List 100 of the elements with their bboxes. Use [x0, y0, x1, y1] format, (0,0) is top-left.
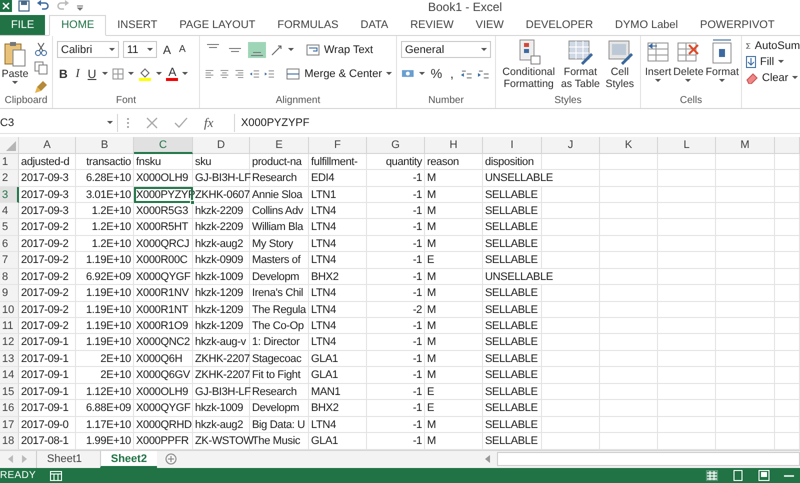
clear-button[interactable]: Clear	[762, 72, 788, 84]
scissors-icon[interactable]	[34, 42, 48, 56]
empty-cell[interactable]	[775, 285, 800, 302]
table-cell[interactable]: M	[425, 367, 483, 384]
empty-cell[interactable]	[716, 302, 775, 318]
table-cell[interactable]: -1	[367, 384, 425, 400]
empty-cell[interactable]	[600, 170, 658, 187]
column-header[interactable]: H	[425, 136, 483, 154]
empty-cell[interactable]	[658, 154, 716, 170]
table-cell[interactable]: 2017-09-3	[19, 186, 76, 203]
empty-cell[interactable]	[542, 384, 600, 400]
ribbon-tab[interactable]: DEVELOPER	[514, 14, 604, 35]
ribbon-tab[interactable]: FILE	[0, 14, 46, 35]
empty-cell[interactable]	[658, 236, 716, 252]
empty-cell[interactable]	[716, 384, 775, 400]
empty-cell[interactable]	[658, 302, 716, 318]
column-header[interactable]: I	[483, 136, 542, 154]
empty-cell[interactable]	[775, 154, 800, 170]
empty-cell[interactable]	[600, 268, 658, 286]
table-cell[interactable]: hkzk-2209	[193, 219, 250, 236]
table-cell[interactable]: reason	[425, 154, 483, 170]
table-cell[interactable]: -1	[367, 334, 425, 351]
row-header[interactable]: 17	[0, 416, 19, 434]
empty-cell[interactable]	[658, 384, 716, 400]
empty-cell[interactable]	[542, 302, 600, 318]
table-cell[interactable]: The Regula	[250, 302, 309, 318]
empty-cell[interactable]	[658, 400, 716, 417]
merge-center-button[interactable]: Merge & Center	[286, 68, 392, 80]
wrap-text-button[interactable]: Wrap Text	[306, 44, 374, 56]
table-cell[interactable]: Research	[250, 384, 309, 400]
table-cell[interactable]: transactio	[76, 154, 134, 170]
empty-cell[interactable]	[716, 170, 775, 187]
empty-cell[interactable]	[716, 154, 775, 170]
empty-cell[interactable]	[658, 334, 716, 351]
table-cell[interactable]: SELLABLE	[483, 202, 542, 220]
column-header[interactable]: L	[658, 136, 716, 154]
empty-cell[interactable]	[600, 416, 658, 434]
font-name-field[interactable]: Calibri	[57, 41, 119, 58]
table-cell[interactable]: 1.17E+10	[76, 416, 134, 434]
table-cell[interactable]: quantity	[367, 154, 425, 170]
table-cell[interactable]: sku	[193, 154, 250, 170]
empty-cell[interactable]	[542, 334, 600, 351]
empty-cell[interactable]	[716, 285, 775, 302]
table-cell[interactable]: 2017-09-1	[19, 400, 76, 417]
table-cell[interactable]: 2017-09-2	[19, 285, 76, 302]
table-cell[interactable]: hkzk-0909	[193, 252, 250, 269]
empty-cell[interactable]	[542, 318, 600, 334]
table-cell[interactable]: X000Q6GV	[134, 367, 193, 384]
empty-cell[interactable]	[600, 154, 658, 170]
format-cells-button[interactable]: Format	[706, 38, 739, 96]
table-cell[interactable]: My Story	[250, 236, 309, 252]
empty-cell[interactable]	[716, 219, 775, 236]
ribbon-tab[interactable]: REVIEW	[399, 14, 465, 35]
row-header[interactable]: 9	[0, 285, 19, 302]
table-cell[interactable]: GJ-BI3H-LF	[193, 170, 250, 187]
empty-cell[interactable]	[775, 400, 800, 417]
ribbon-tab[interactable]: VIEW	[464, 14, 515, 35]
empty-cell[interactable]	[716, 400, 775, 417]
empty-cell[interactable]	[716, 268, 775, 286]
page-layout-view-icon[interactable]	[732, 470, 744, 481]
empty-cell[interactable]	[658, 350, 716, 368]
table-cell[interactable]: SELLABLE	[483, 318, 542, 334]
conditional-formatting-button[interactable]: Conditional Formatting	[500, 38, 558, 96]
comma-style-button[interactable]: ,	[448, 66, 456, 82]
table-cell[interactable]: 2017-09-2	[19, 236, 76, 252]
empty-cell[interactable]	[600, 384, 658, 400]
table-cell[interactable]: X000R00C	[134, 252, 193, 269]
table-cell[interactable]: M	[425, 236, 483, 252]
ribbon-tab[interactable]: INSERT	[106, 14, 168, 35]
table-cell[interactable]: X000R5HT	[134, 219, 193, 236]
empty-cell[interactable]	[600, 318, 658, 334]
sheet-tab[interactable]: Sheet2	[100, 450, 157, 468]
column-header[interactable]: C	[134, 136, 193, 154]
table-cell[interactable]: X000R5G3	[134, 202, 193, 220]
table-cell[interactable]: 1.19E+10	[76, 252, 134, 269]
table-cell[interactable]: M	[425, 350, 483, 368]
table-cell[interactable]: 2017-09-2	[19, 302, 76, 318]
ribbon-tab[interactable]: FORMULAS	[266, 14, 350, 35]
empty-cell[interactable]	[658, 252, 716, 269]
name-box[interactable]: C3	[0, 114, 118, 132]
empty-cell[interactable]	[775, 367, 800, 384]
empty-cell[interactable]	[542, 202, 600, 220]
empty-cell[interactable]	[542, 285, 600, 302]
table-cell[interactable]: 2017-09-1	[19, 334, 76, 351]
column-header[interactable]: F	[309, 136, 367, 154]
table-cell[interactable]: MAN1	[309, 384, 367, 400]
empty-cell[interactable]	[542, 416, 600, 434]
scroll-right-icon[interactable]	[22, 455, 28, 464]
table-cell[interactable]: SELLABLE	[483, 302, 542, 318]
table-cell[interactable]: EDI4	[309, 170, 367, 187]
table-cell[interactable]: 6.92E+09	[76, 268, 134, 286]
table-cell[interactable]: 2017-09-1	[19, 367, 76, 384]
table-cell[interactable]: hkzk-aug2	[193, 236, 250, 252]
table-cell[interactable]: 2017-09-1	[19, 384, 76, 400]
formula-field[interactable]: X000PYZYPF	[234, 114, 800, 132]
column-header[interactable]: B	[76, 136, 134, 154]
redo-icon[interactable]	[56, 0, 70, 12]
table-cell[interactable]: M	[425, 416, 483, 434]
table-cell[interactable]: SELLABLE	[483, 367, 542, 384]
table-cell[interactable]: hkzk-1209	[193, 285, 250, 302]
